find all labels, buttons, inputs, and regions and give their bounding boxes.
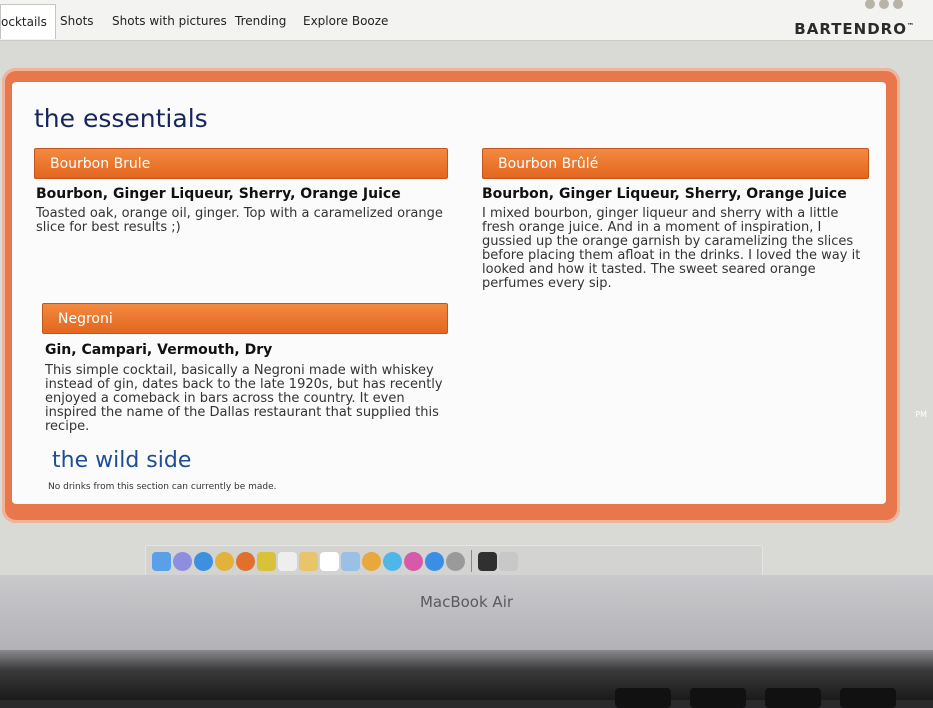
laptop-model-label: MacBook Air xyxy=(419,593,514,611)
photos-icon[interactable] xyxy=(362,551,381,571)
brand-text: BARTENDRO xyxy=(794,20,907,38)
tab-cocktails[interactable]: ocktails xyxy=(0,4,56,39)
drink-button-bourbon-brule[interactable]: Bourbon Brule xyxy=(34,148,448,179)
window-button-icon[interactable] xyxy=(865,0,875,9)
settings-icon[interactable] xyxy=(446,551,465,571)
keyboard-key xyxy=(615,688,671,708)
drink-ingredients: Bourbon, Ginger Liqueur, Sherry, Orange … xyxy=(36,186,401,202)
trademark-mark: ™ xyxy=(907,22,915,30)
nav-tab-bar: ocktails Shots Shots with pictures Trend… xyxy=(0,0,933,41)
empty-section-note: No drinks from this section can currentl… xyxy=(48,482,277,492)
window-button-icon[interactable] xyxy=(879,0,889,9)
drink-button-negroni[interactable]: Negroni xyxy=(42,303,448,334)
laptop-chin: MacBook Air xyxy=(0,575,933,650)
screen: ocktails Shots Shots with pictures Trend… xyxy=(0,0,933,585)
drink-ingredients: Bourbon, Ginger Liqueur, Sherry, Orange … xyxy=(482,186,847,202)
stickies-icon[interactable] xyxy=(299,551,318,571)
drink-name: Bourbon Brule xyxy=(50,156,151,172)
section-title-wild-side: the wild side xyxy=(52,448,192,473)
keyboard-key xyxy=(690,688,746,708)
drinks-panel: the essentials Bourbon Brule Bourbon, Gi… xyxy=(12,82,886,504)
drink-description: I mixed bourbon, ginger liqueur and sher… xyxy=(482,206,861,291)
tab-shots[interactable]: Shots xyxy=(60,4,94,38)
tab-label: Explore Booze xyxy=(303,14,389,28)
calendar-icon[interactable] xyxy=(320,551,339,571)
tab-label: Shots xyxy=(60,14,94,28)
keyboard-key xyxy=(840,688,896,708)
trash-icon[interactable] xyxy=(499,551,518,571)
drink-description: Toasted oak, orange oil, ginger. Top wit… xyxy=(36,206,443,235)
app-icon[interactable] xyxy=(257,551,276,571)
tab-explore-booze[interactable]: Explore Booze xyxy=(303,4,388,38)
terminal-icon[interactable] xyxy=(478,551,497,571)
clock-fragment: PM xyxy=(915,410,927,419)
keyboard-key xyxy=(765,688,821,708)
safari-icon[interactable] xyxy=(194,551,213,571)
window-buttons xyxy=(861,0,903,13)
tab-shots-with-pictures[interactable]: Shots with pictures xyxy=(112,4,227,38)
itunes-icon[interactable] xyxy=(404,551,423,571)
messages-icon[interactable] xyxy=(383,551,402,571)
tab-label: Trending xyxy=(235,14,287,28)
dock-separator xyxy=(471,550,472,572)
appstore-icon[interactable] xyxy=(425,551,444,571)
section-title-essentials: the essentials xyxy=(34,104,208,133)
drink-ingredients: Gin, Campari, Vermouth, Dry xyxy=(45,342,273,358)
preview-icon[interactable] xyxy=(341,551,360,571)
finder-icon[interactable] xyxy=(152,551,171,571)
notes-icon[interactable] xyxy=(278,551,297,571)
drink-description: This simple cocktail, basically a Negron… xyxy=(45,363,443,434)
tab-label: Shots with pictures xyxy=(112,14,227,28)
dock xyxy=(145,545,763,577)
tab-label: ocktails xyxy=(1,15,47,29)
launchpad-icon[interactable] xyxy=(173,551,192,571)
bartendro-logo[interactable]: BARTENDRO™ xyxy=(794,20,915,38)
content-frame: the essentials Bourbon Brule Bourbon, Gi… xyxy=(2,68,900,523)
drink-name: Bourbon Brûlé xyxy=(498,156,599,172)
firefox-icon[interactable] xyxy=(236,551,255,571)
drink-name: Negroni xyxy=(58,311,113,327)
drink-button-bourbon-brule-accent[interactable]: Bourbon Brûlé xyxy=(482,148,869,179)
window-button-icon[interactable] xyxy=(893,0,903,9)
tab-trending[interactable]: Trending xyxy=(235,4,286,38)
chrome-icon[interactable] xyxy=(215,551,234,571)
